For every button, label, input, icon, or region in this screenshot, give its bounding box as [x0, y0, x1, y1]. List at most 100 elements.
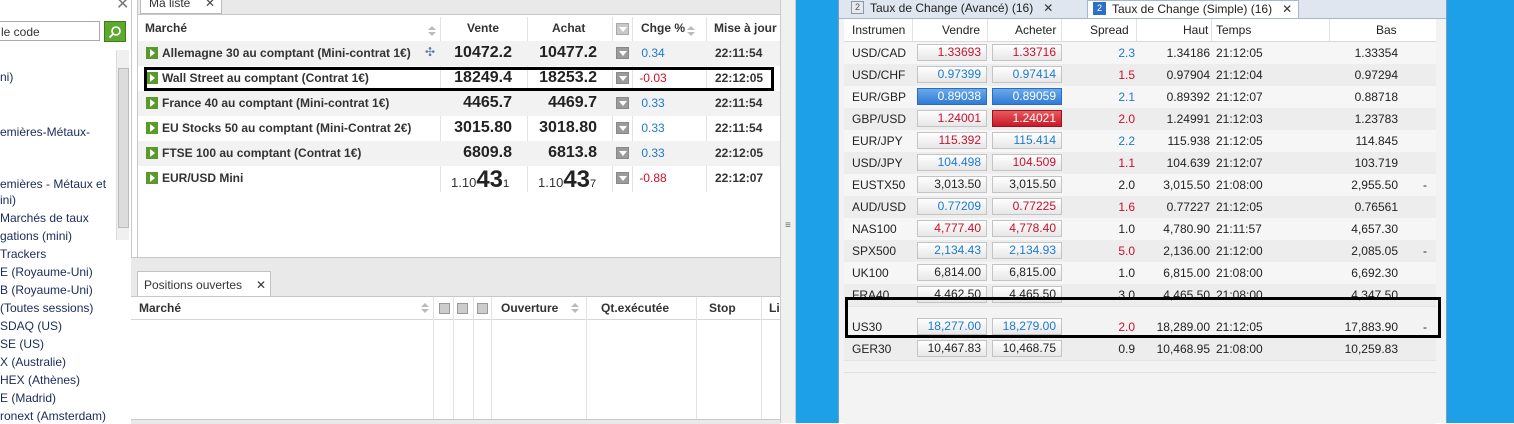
watchlist-row[interactable]: Allemagne 30 au comptant (Mini-contrat 1… — [138, 41, 781, 66]
col-low[interactable]: Bas — [1376, 23, 1397, 37]
tree-item[interactable]: ni) — [0, 70, 13, 84]
buy-button[interactable]: 2,134.93 — [992, 242, 1062, 259]
sell-button[interactable]: 10,467.83 — [917, 340, 987, 357]
col-limit[interactable]: Li — [769, 301, 780, 315]
column-icon[interactable] — [457, 303, 468, 314]
tab-rates-advanced[interactable]: 2 Taux de Change (Avancé) (16) ✕ — [851, 0, 1053, 18]
tab-ma-liste[interactable]: Ma liste ✕ — [140, 0, 222, 14]
sell-button[interactable]: 104.498 — [917, 154, 987, 171]
close-icon[interactable]: ✕ — [116, 0, 129, 14]
sort-icon[interactable] — [420, 301, 430, 315]
search-button[interactable] — [104, 21, 126, 42]
buy-price[interactable]: 1.10437 — [538, 166, 596, 194]
watchlist-row[interactable]: EU Stocks 50 au comptant (Mini-Contrat 2… — [138, 116, 781, 141]
buy-button[interactable]: 1.24021 — [992, 110, 1062, 127]
play-icon[interactable] — [146, 97, 158, 109]
tab-rates-simple[interactable]: 2 Taux de Change (Simple) (16) ✕ — [1087, 0, 1300, 18]
buy-price[interactable]: 10477.2 — [517, 44, 597, 62]
buy-button[interactable]: 104.509 — [992, 154, 1062, 171]
col-sell[interactable]: Vente — [467, 21, 499, 35]
sell-button[interactable]: 4,777.40 — [917, 220, 987, 237]
column-menu-dropdown[interactable] — [616, 23, 629, 35]
left-scrollbar[interactable] — [116, 50, 129, 240]
rate-row[interactable]: SPX500 2,134.43 2,134.93 5.0 2,136.00 21:12:0… — [844, 240, 1436, 263]
sell-button[interactable]: 0.89038 — [917, 88, 987, 105]
tree-item[interactable]: emières - Métaux et — [0, 177, 106, 191]
col-quantity[interactable]: Qt.exécutée — [601, 301, 669, 315]
play-icon[interactable] — [146, 122, 158, 134]
buy-button[interactable]: 115.414 — [992, 132, 1062, 149]
watchlist-row[interactable]: France 40 au comptant (Mini-contrat 1€) 4… — [138, 91, 781, 116]
col-high[interactable]: Haut — [1183, 23, 1208, 37]
tab-positions-ouvertes[interactable]: Positions ouvertes ✕ — [137, 271, 271, 296]
col-buy[interactable]: Acheter — [1015, 23, 1056, 37]
rate-row[interactable]: AUD/USD 0.77209 0.77225 1.6 0.77227 21:12:05 0… — [844, 196, 1436, 219]
sell-button[interactable]: 115.392 — [917, 132, 987, 149]
tree-item[interactable]: Marchés de taux — [0, 211, 89, 225]
col-updated[interactable]: Mise à jour — [714, 21, 777, 35]
sell-price[interactable]: 6809.8 — [432, 144, 512, 162]
sell-button[interactable]: 6,814.00 — [917, 264, 987, 281]
rate-row[interactable]: EUSTX50 3,013.50 3,015.50 2.0 3,015.50 21:08:… — [844, 174, 1436, 197]
tree-item[interactable]: Trackers — [0, 247, 46, 261]
col-time[interactable]: Temps — [1216, 23, 1251, 37]
watchlist-row[interactable]: EUR/USD Mini 1.10431 1.10437 -0.88 22:12:07 — [138, 166, 781, 196]
column-icon[interactable] — [439, 303, 450, 314]
tree-item[interactable]: SDAQ (US) — [0, 319, 62, 333]
tree-item[interactable]: E (Royaume-Uni) — [0, 265, 93, 279]
buy-button[interactable]: 3,015.50 — [992, 176, 1062, 193]
rate-row[interactable]: NAS100 4,777.40 4,778.40 1.0 4,780.90 21:11:5… — [844, 218, 1436, 241]
col-change[interactable]: Chge % — [641, 21, 685, 35]
buy-button[interactable]: 6,815.00 — [992, 264, 1062, 281]
sell-price[interactable]: 3015.80 — [432, 119, 512, 137]
tree-item[interactable]: emières-Métaux- — [0, 125, 90, 139]
tree-item[interactable]: B (Royaume-Uni) — [0, 283, 93, 297]
sell-price[interactable]: 10472.2 — [432, 44, 512, 62]
watchlist-row[interactable]: FTSE 100 au comptant (Contrat 1€) 6809.8 6… — [138, 141, 781, 166]
tree-item[interactable]: ronext (Amsterdam) — [0, 409, 106, 423]
col-buy[interactable]: Achat — [552, 21, 585, 35]
tree-item[interactable]: HEX (Athènes) — [0, 373, 80, 387]
buy-button[interactable]: 0.89059 — [992, 88, 1062, 105]
sell-button[interactable]: 0.77209 — [917, 198, 987, 215]
col-market[interactable]: Marché — [139, 301, 181, 315]
rate-row[interactable]: GBP/USD 1.24001 1.24021 2.0 1.24991 21:12:03 1… — [844, 108, 1436, 131]
rate-row[interactable]: GER30 10,467.83 10,468.75 0.9 10,468.95 21:08… — [844, 338, 1436, 361]
rate-row[interactable]: UK100 6,814.00 6,815.00 1.0 6,815.00 21:08:00… — [844, 262, 1436, 285]
column-menu-dropdown[interactable] — [477, 303, 488, 314]
buy-button[interactable]: 10,468.75 — [992, 340, 1062, 357]
rate-row[interactable]: EUR/GBP 0.89038 0.89059 2.1 0.89392 21:12:07 0… — [844, 86, 1436, 109]
tree-item[interactable]: (Toutes sessions) — [0, 301, 93, 315]
buy-price[interactable]: 6813.8 — [517, 144, 597, 162]
buy-button[interactable]: 4,778.40 — [992, 220, 1062, 237]
sell-price[interactable]: 4465.7 — [432, 94, 512, 112]
close-tab-icon[interactable]: ✕ — [1043, 1, 1053, 15]
col-spread[interactable]: Spread — [1090, 23, 1129, 37]
play-icon[interactable] — [146, 172, 158, 184]
rate-row[interactable]: USD/JPY 104.498 104.509 1.1 104.639 21:12:07 1… — [844, 152, 1436, 175]
sell-button[interactable]: 3,013.50 — [917, 176, 987, 193]
close-tab-icon[interactable]: ✕ — [205, 0, 215, 10]
rate-row[interactable]: USD/CHF 0.97399 0.97414 1.5 0.97904 21:12:04 0… — [844, 64, 1436, 87]
col-instrument[interactable]: Instrumen — [852, 23, 905, 37]
close-tab-icon[interactable]: ✕ — [256, 278, 266, 292]
sell-button[interactable]: 1.33693 — [917, 44, 987, 61]
buy-price[interactable]: 3018.80 — [517, 119, 597, 137]
buy-button[interactable]: 0.97414 — [992, 66, 1062, 83]
search-input[interactable]: le code — [0, 21, 100, 41]
rate-row[interactable]: USD/CAD 1.33693 1.33716 2.3 1.34186 21:12:05 1… — [844, 42, 1436, 65]
col-stop[interactable]: Stop — [709, 301, 736, 315]
tree-item[interactable]: X (Australie) — [0, 355, 66, 369]
tree-item[interactable]: ini) — [0, 193, 16, 207]
sort-icon[interactable] — [570, 301, 580, 315]
vertical-splitter[interactable]: ≡ — [780, 0, 796, 423]
col-market[interactable]: Marché — [145, 21, 187, 35]
tree-item[interactable]: SE (US) — [0, 337, 44, 351]
buy-price[interactable]: 4469.7 — [517, 94, 597, 112]
sell-button[interactable]: 0.97399 — [917, 66, 987, 83]
close-tab-icon[interactable]: ✕ — [1282, 2, 1292, 16]
play-icon[interactable] — [146, 47, 158, 59]
tree-item[interactable]: gations (mini) — [0, 229, 72, 243]
play-icon[interactable] — [146, 147, 158, 159]
rate-row[interactable]: EUR/JPY 115.392 115.414 2.2 115.938 21:12:05 1… — [844, 130, 1436, 153]
